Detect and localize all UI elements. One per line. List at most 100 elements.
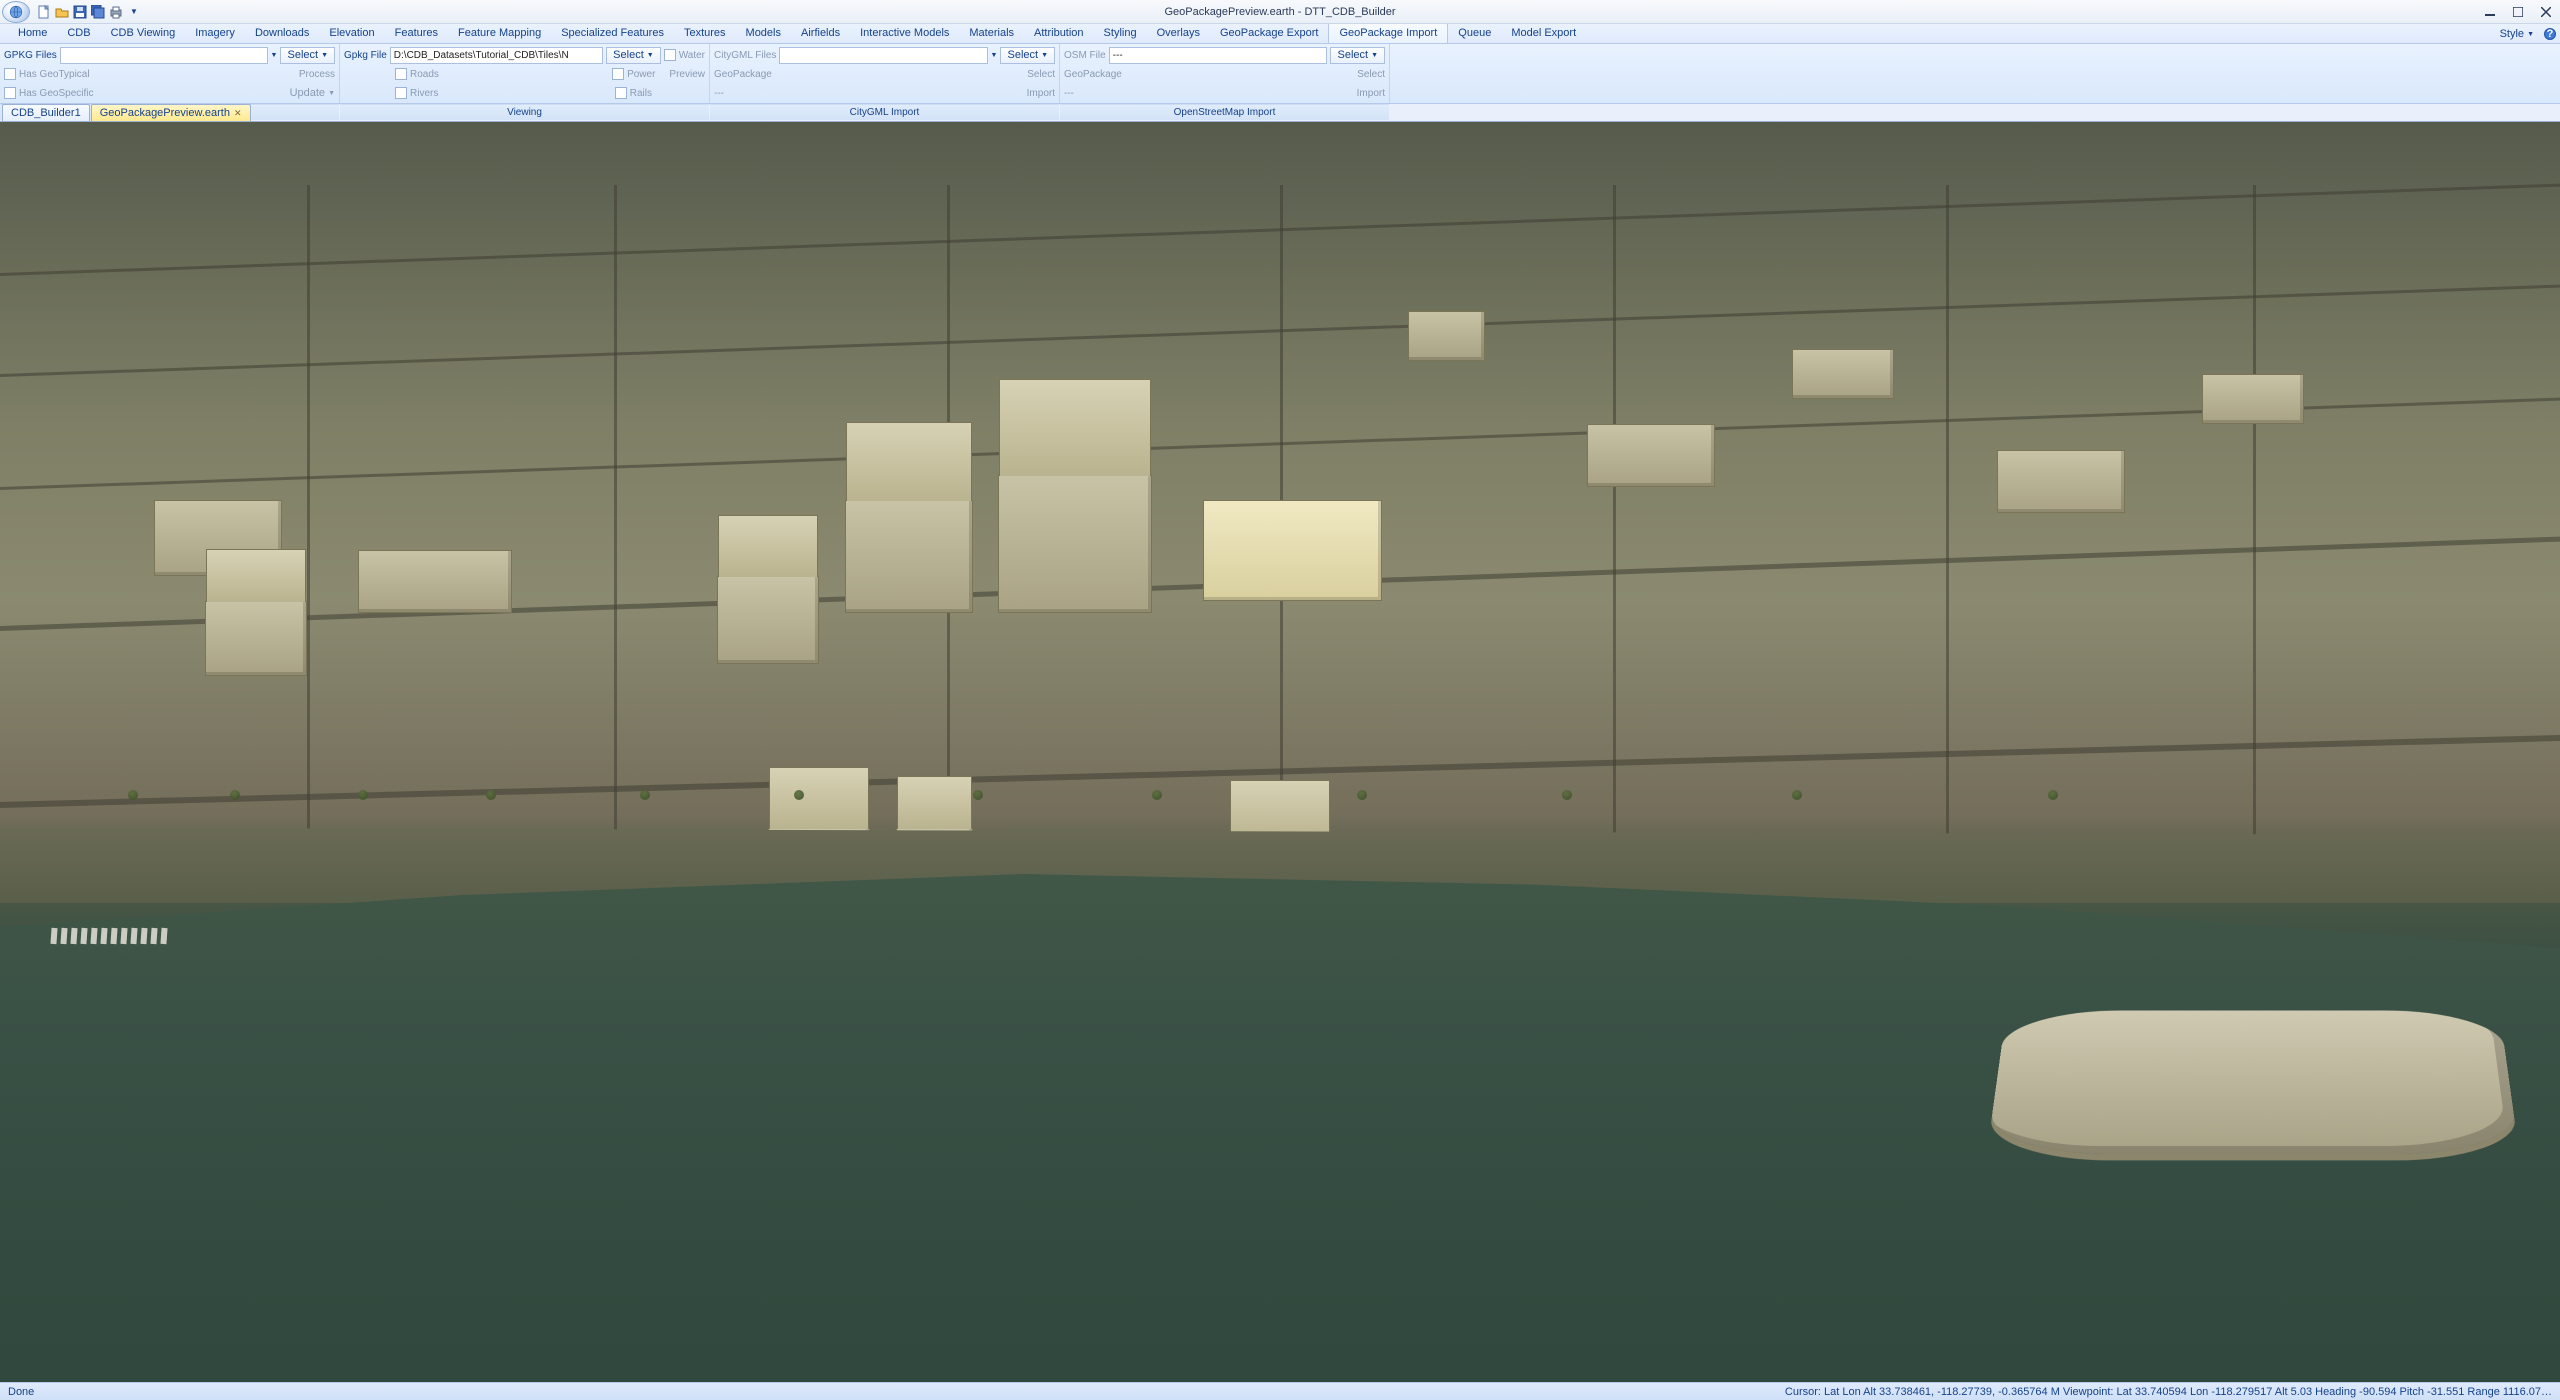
ribbon-tab-cdb[interactable]: CDB [57, 24, 100, 43]
citygml-files-input[interactable] [779, 47, 987, 64]
rivers-label: Rivers [410, 88, 438, 99]
has-geospecific-checkbox[interactable] [4, 87, 16, 99]
ribbon-tab-textures[interactable]: Textures [674, 24, 736, 43]
ribbon-tab-model-export[interactable]: Model Export [1501, 24, 1586, 43]
ribbon-tab-interactive-models[interactable]: Interactive Models [850, 24, 959, 43]
globe-icon [9, 5, 23, 19]
roads-checkbox[interactable] [395, 68, 407, 80]
ribbon-panel: GPKG Files ▼ Select▼ Has GeoTypical Proc… [0, 44, 2560, 104]
power-checkbox[interactable] [612, 68, 624, 80]
doc-tab-close-button[interactable]: ✕ [234, 108, 242, 119]
ribbon-tab-features[interactable]: Features [385, 24, 448, 43]
doc-tab-cdb-builder1[interactable]: CDB_Builder1 [2, 104, 90, 121]
ribbon-tab-specialized-features[interactable]: Specialized Features [551, 24, 674, 43]
earth-3d-viewport[interactable] [0, 122, 2560, 1382]
save-icon [73, 5, 87, 19]
ribbon-tab-airfields[interactable]: Airfields [791, 24, 850, 43]
citygml-import-button[interactable]: Import [1027, 88, 1055, 99]
chevron-down-icon[interactable]: ▼ [271, 52, 278, 59]
chevron-down-icon: ▼ [321, 52, 328, 59]
doc-tab-geopackage-preview[interactable]: GeoPackagePreview.earth ✕ [91, 104, 251, 121]
ribbon-tab-feature-mapping[interactable]: Feature Mapping [448, 24, 551, 43]
citygml-geopackage-label: GeoPackage [714, 69, 772, 80]
ribbon-tab-geopackage-import[interactable]: GeoPackage Import [1328, 23, 1448, 43]
has-geospecific-label: Has GeoSpecific [19, 88, 93, 99]
ribbon-group-import-model-layers: GPKG Files ▼ Select▼ Has GeoTypical Proc… [0, 44, 340, 103]
osm-select-button[interactable]: Select▼ [1330, 47, 1385, 64]
ribbon-help-button[interactable]: ? [2540, 25, 2560, 43]
has-geotypical-checkbox[interactable] [4, 68, 16, 80]
group-title-osm: OpenStreetMap Import [1060, 104, 1389, 120]
ribbon-group-citygml-import: CityGML Files ▼ Select▼ GeoPackage Selec… [710, 44, 1060, 103]
rails-checkbox[interactable] [615, 87, 627, 99]
ribbon-tab-cdb-viewing[interactable]: CDB Viewing [101, 24, 186, 43]
preview-button[interactable]: Preview [669, 69, 705, 80]
rails-label: Rails [630, 88, 652, 99]
ribbon-tab-materials[interactable]: Materials [959, 24, 1024, 43]
chevron-down-icon: ▼ [2527, 31, 2534, 38]
ribbon-tab-downloads[interactable]: Downloads [245, 24, 319, 43]
print-icon [109, 5, 123, 19]
qat-customize-button[interactable]: ▼ [126, 4, 142, 20]
gpkg-file-select-button[interactable]: Select▼ [606, 47, 661, 64]
app-menu-button[interactable] [2, 1, 30, 23]
has-geotypical-label: Has GeoTypical [19, 69, 90, 80]
water-checkbox[interactable] [664, 49, 676, 61]
update-button[interactable]: Update▼ [290, 85, 335, 102]
window-title: GeoPackagePreview.earth - DTT_CDB_Builde… [1164, 6, 1395, 18]
citygml-select-button[interactable]: Select▼ [1000, 47, 1055, 64]
osm-select2-button[interactable]: Select [1357, 69, 1385, 80]
close-button[interactable] [2532, 2, 2560, 22]
gpkg-file-input[interactable] [390, 47, 603, 64]
ribbon-tab-styling[interactable]: Styling [1094, 24, 1147, 43]
osm-file-input[interactable] [1109, 47, 1328, 64]
ribbon-tab-models[interactable]: Models [736, 24, 791, 43]
ribbon-tab-imagery[interactable]: Imagery [185, 24, 245, 43]
citygml-dots-label: --- [714, 88, 724, 99]
gpkg-files-select-button[interactable]: Select▼ [280, 47, 335, 64]
ribbon-tab-home[interactable]: Home [8, 24, 57, 43]
roads-label: Roads [410, 69, 439, 80]
saveall-icon [91, 5, 105, 19]
title-bar: ▼ GeoPackagePreview.earth - DTT_CDB_Buil… [0, 0, 2560, 24]
select-label: Select [613, 49, 644, 61]
rivers-checkbox[interactable] [395, 87, 407, 99]
osm-import-button[interactable]: Import [1357, 88, 1385, 99]
minimize-icon [2485, 7, 2495, 17]
chevron-down-icon: ▼ [1041, 52, 1048, 59]
qat-saveall-button[interactable] [90, 4, 106, 20]
process-button[interactable]: Process [299, 69, 335, 80]
doc-tab-label: CDB_Builder1 [11, 107, 81, 119]
citygml-select2-button[interactable]: Select [1027, 69, 1055, 80]
ribbon-tabstrip: Home CDB CDB Viewing Imagery Downloads E… [0, 24, 2560, 44]
svg-text:?: ? [2547, 28, 2554, 40]
ribbon-tab-overlays[interactable]: Overlays [1147, 24, 1210, 43]
ribbon-tab-geopackage-export[interactable]: GeoPackage Export [1210, 24, 1328, 43]
ribbon-style-dropdown[interactable]: Style ▼ [2494, 25, 2540, 43]
gpkg-files-input[interactable] [60, 47, 268, 64]
maximize-button[interactable] [2504, 2, 2532, 22]
help-icon: ? [2544, 28, 2556, 40]
chevron-down-icon: ▼ [647, 52, 654, 59]
ribbon-tab-elevation[interactable]: Elevation [319, 24, 384, 43]
status-left: Done [8, 1386, 34, 1398]
minimize-button[interactable] [2476, 2, 2504, 22]
water-label: Water [679, 50, 705, 61]
doc-tab-label: GeoPackagePreview.earth [100, 107, 230, 119]
group-title-viewing: Viewing [340, 104, 709, 120]
gpkg-files-label: GPKG Files [4, 50, 57, 61]
select-label: Select [287, 49, 318, 61]
maximize-icon [2513, 7, 2523, 17]
osm-geopackage-label: GeoPackage [1064, 69, 1122, 80]
chevron-down-icon[interactable]: ▼ [991, 52, 998, 59]
gpkg-file-label: Gpkg File [344, 50, 387, 61]
qat-print-button[interactable] [108, 4, 124, 20]
marina-boats [51, 928, 563, 1004]
qat-new-button[interactable] [36, 4, 52, 20]
ribbon-tab-attribution[interactable]: Attribution [1024, 24, 1094, 43]
qat-save-button[interactable] [72, 4, 88, 20]
ribbon-group-osm-import: OSM File Select▼ GeoPackage Select --- I… [1060, 44, 1390, 103]
qat-open-button[interactable] [54, 4, 70, 20]
ribbon-tab-queue[interactable]: Queue [1448, 24, 1501, 43]
update-label: Update [290, 87, 325, 99]
